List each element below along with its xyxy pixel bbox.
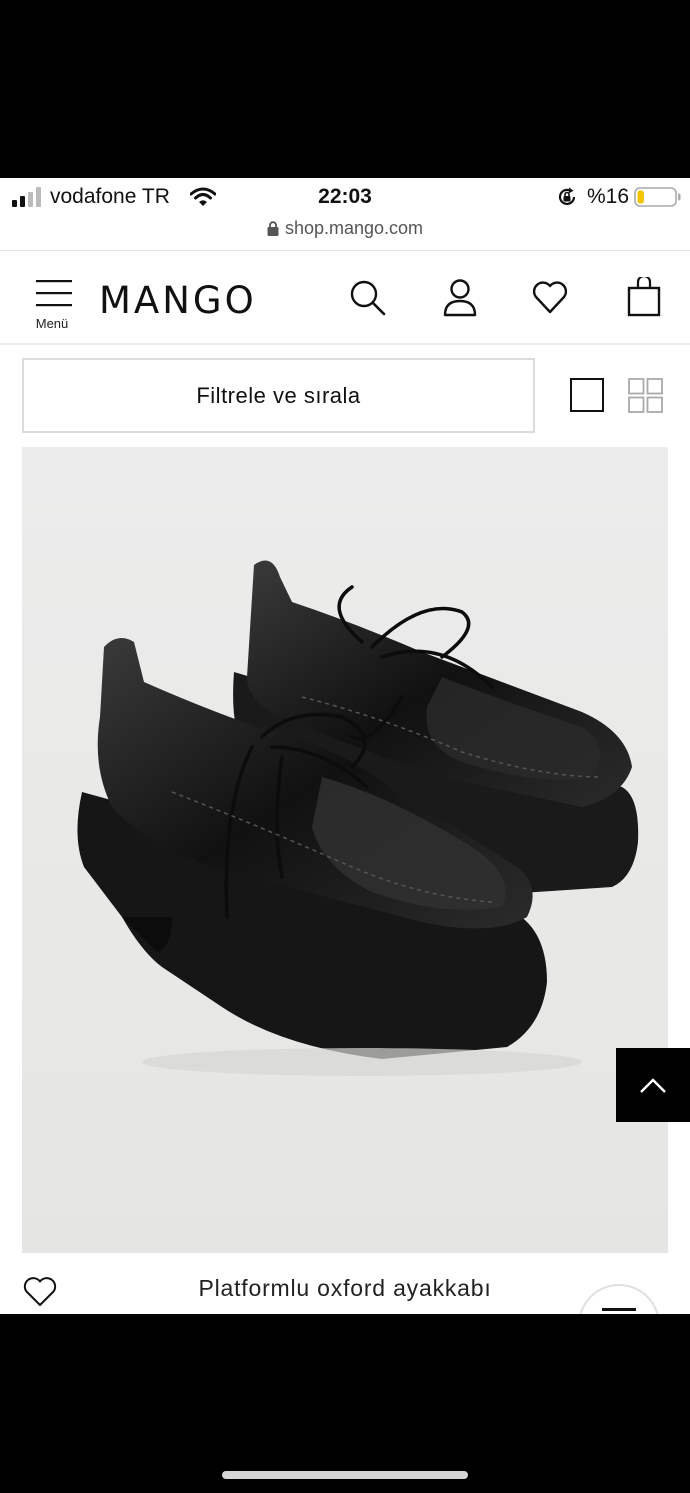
menu-label: Menü [35,316,69,331]
menu-button[interactable]: Menü [28,275,76,331]
heart-icon[interactable] [530,277,570,317]
browser-url-bar[interactable]: shop.mango.com [0,218,690,250]
search-icon[interactable] [347,277,387,317]
filter-sort-button[interactable]: Filtrele ve sırala [22,358,535,433]
battery-percent: %16 [587,185,630,208]
hamburger-menu-icon [36,280,72,307]
lock-icon [267,221,279,236]
bottom-bezel [0,1314,690,1493]
product-image[interactable] [22,447,668,1253]
status-bar: vodafone TR 22:03 %16 [0,178,690,218]
url-text: shop.mango.com [284,218,424,238]
chevron-up-icon [640,1078,666,1093]
site-header: Menü MANGO [0,251,690,343]
single-column-view-icon[interactable] [570,378,604,412]
battery-icon [634,187,681,207]
rotation-lock-icon [558,187,576,206]
shopping-bag-icon[interactable] [624,277,664,317]
scroll-to-top-button[interactable] [616,1048,690,1122]
home-indicator[interactable] [222,1471,468,1479]
phone-screen: vodafone TR 22:03 %16 shop.mango.com Men… [0,178,690,1314]
top-bezel [0,0,690,178]
grid-view-icon[interactable] [628,378,663,413]
shoes-illustration [77,560,639,1076]
user-icon[interactable] [440,277,480,317]
divider [0,343,690,345]
mango-logo[interactable]: MANGO [99,279,257,322]
